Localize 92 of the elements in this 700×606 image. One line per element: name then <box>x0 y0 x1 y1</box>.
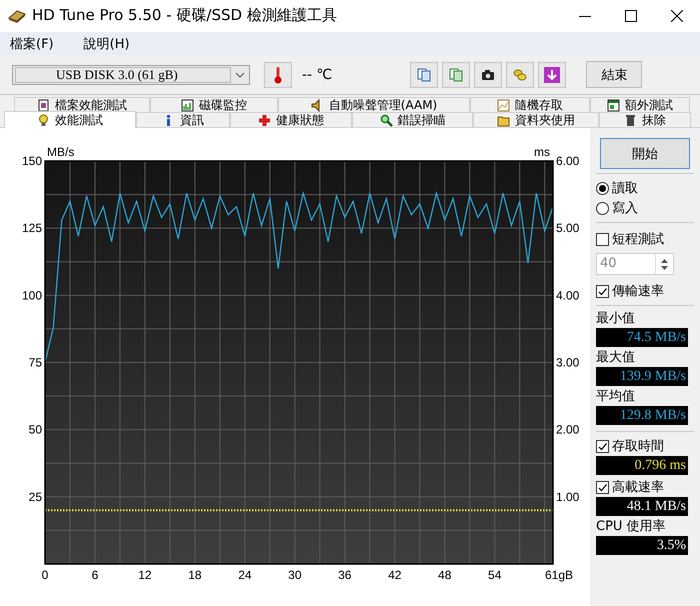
axis-label: 1.00 <box>556 490 580 504</box>
stat-value: 139.9 MB/s <box>620 369 686 384</box>
line-chart-icon <box>497 98 510 112</box>
checkmark-icon <box>597 482 608 492</box>
axis-label: 75 <box>28 356 42 370</box>
axis-label: 6.00 <box>556 154 580 168</box>
checkbox[interactable] <box>596 480 609 494</box>
tab[interactable]: 資料夾使用 <box>473 112 599 127</box>
axis-label: 125 <box>22 221 42 236</box>
axis-label: 36 <box>338 568 352 582</box>
stat-value: 74.5 MB/s <box>626 330 686 345</box>
axis-label: 2.00 <box>556 422 580 437</box>
window-icon <box>607 98 620 112</box>
axis-label: 61gB <box>545 568 574 582</box>
start-button[interactable]: 開始 <box>600 138 690 169</box>
coins-icon <box>513 68 528 82</box>
plus-icon <box>258 114 271 126</box>
stat-value: 3.5% <box>656 538 686 553</box>
axis-label: 54 <box>488 568 502 582</box>
temperature-button[interactable] <box>264 62 292 88</box>
axis-label: 48 <box>438 568 452 582</box>
stat-value: 0.796 ms <box>634 458 686 473</box>
checkbox[interactable] <box>596 440 609 452</box>
radio-label: 讀取 <box>612 180 638 197</box>
copy-icon <box>417 68 432 82</box>
copy-button[interactable] <box>410 62 438 88</box>
maximize-icon[interactable] <box>625 10 637 22</box>
axis-label: 100 <box>22 288 42 302</box>
stat-label: 平均值 <box>596 388 636 406</box>
window-title: HD Tune Pro 5.50 - 硬碟/SSD 檢測維護工具 <box>32 6 338 26</box>
stat-label: 最大值 <box>596 349 636 367</box>
download-button[interactable] <box>538 62 566 88</box>
axis-label: 18 <box>188 568 202 582</box>
tab[interactable]: 效能測試 <box>4 111 136 128</box>
axis-label: 30 <box>288 568 302 582</box>
menu-item[interactable]: 說明(H) <box>84 34 130 53</box>
file-icon <box>37 98 50 112</box>
axis-label: 25 <box>28 490 42 504</box>
checkmark-icon <box>597 440 608 452</box>
checkbox[interactable] <box>596 284 609 298</box>
down-arrow-icon <box>661 266 668 270</box>
checkbox-label: 短程測試 <box>612 231 664 248</box>
tab[interactable]: 錯誤掃瞄 <box>352 112 473 127</box>
light-bulb-icon <box>37 114 50 126</box>
duplicate-icon <box>449 68 464 82</box>
tab[interactable]: 抹除 <box>599 112 691 127</box>
tab[interactable]: 檔案效能測試 <box>14 97 150 112</box>
radio-button[interactable] <box>596 202 609 214</box>
axis-label: 0 <box>42 568 48 582</box>
trash-can-icon <box>624 114 637 126</box>
camera-button[interactable] <box>474 62 502 88</box>
axis-label: 42 <box>388 568 402 582</box>
camera-icon <box>481 68 496 82</box>
axis-label: 4.00 <box>556 288 580 302</box>
menu-item[interactable]: 檔案(F) <box>10 34 54 53</box>
axis-label: 6 <box>92 568 98 582</box>
drive-dropdown[interactable]: USB DISK 3.0 (61 gB) <box>12 64 250 85</box>
exit-button[interactable]: 結束 <box>586 61 642 88</box>
checkbox-label: 傳輸速率 <box>612 283 664 300</box>
tab[interactable]: 隨機存取 <box>470 97 590 112</box>
axis-label: 3.00 <box>556 356 580 370</box>
stat-label: CPU 使用率 <box>596 518 667 536</box>
tab[interactable]: 磁碟監控 <box>150 97 278 112</box>
axis-title: ms <box>534 145 550 159</box>
axis-label: 12 <box>138 568 152 582</box>
stat-value: 129.8 MB/s <box>620 408 686 423</box>
tab[interactable]: 自動噪聲管理(AAM) <box>278 97 470 112</box>
thermometer-icon <box>274 66 282 84</box>
radio-button[interactable] <box>596 182 609 194</box>
axis-label: 150 <box>22 154 42 168</box>
checkbox-label: 高載速率 <box>612 479 664 496</box>
bar-chart-icon <box>181 98 194 112</box>
axis-label: 50 <box>28 422 42 437</box>
duplicate-button[interactable] <box>442 62 470 88</box>
radio-label: 寫入 <box>612 200 638 217</box>
up-arrow-icon <box>661 258 668 262</box>
download-icon <box>544 66 560 83</box>
coins-button[interactable] <box>506 62 534 88</box>
tab[interactable]: 資訊 <box>136 112 230 127</box>
axis-label: 24 <box>238 568 252 582</box>
tab[interactable]: 健康狀態 <box>230 112 352 127</box>
stat-value: 48.1 MB/s <box>626 499 686 514</box>
axis-title: MB/s <box>47 145 74 159</box>
close-icon[interactable] <box>671 10 683 22</box>
checkbox-label: 存取時間 <box>612 438 664 455</box>
checkbox[interactable] <box>596 232 609 246</box>
axis-label: 5.00 <box>556 221 580 236</box>
magnifier-icon <box>380 114 392 126</box>
checkmark-icon <box>597 286 608 296</box>
stat-label: 最小值 <box>596 310 636 328</box>
tab[interactable]: 額外測試 <box>590 97 690 112</box>
temperature-reading: -- ℃ <box>302 66 332 83</box>
